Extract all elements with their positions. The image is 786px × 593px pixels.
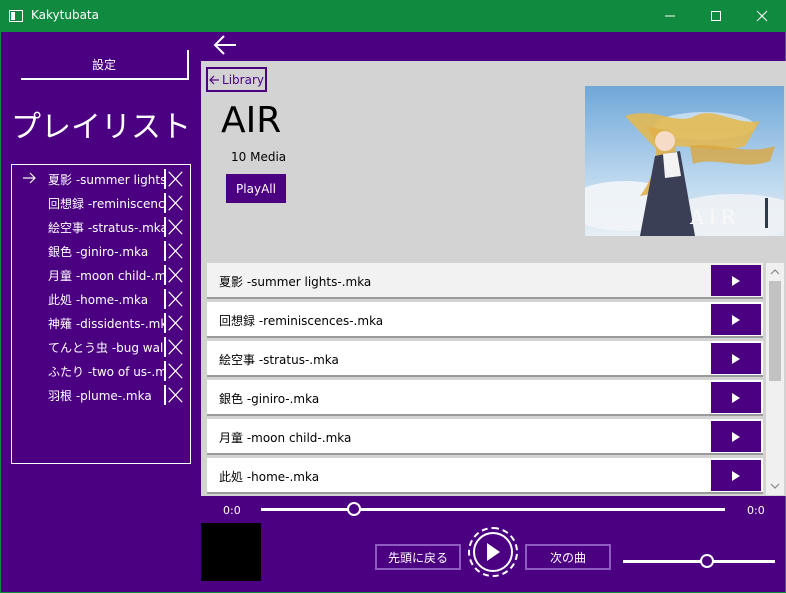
- play-icon: [487, 543, 500, 561]
- playlist-item[interactable]: 神薙 -dissidents-.mka: [12, 311, 190, 335]
- track-play-button[interactable]: [711, 265, 761, 296]
- seek-bar[interactable]: [261, 508, 725, 511]
- track-play-button[interactable]: [711, 304, 761, 335]
- playlist-item[interactable]: 夏影 -summer lights-.mka: [12, 167, 190, 191]
- track-row[interactable]: 月童 -moon child-.mka: [207, 419, 763, 455]
- playlist-item-label: 此処 -home-.mka: [48, 293, 149, 307]
- playlist-item[interactable]: 回想録 -reminiscences-.mka: [12, 191, 190, 215]
- remove-icon[interactable]: [164, 313, 184, 333]
- title-bar: Kakytubata: [0, 0, 786, 32]
- track-list-scrollbar[interactable]: [766, 263, 784, 495]
- playlist-item[interactable]: 絵空事 -stratus-.mka: [12, 215, 190, 239]
- playlist-item[interactable]: 此処 -home-.mka: [12, 287, 190, 311]
- track-row[interactable]: 銀色 -giniro-.mka: [207, 380, 763, 416]
- track-row[interactable]: 夏影 -summer lights-.mka: [207, 263, 763, 299]
- remove-icon[interactable]: [164, 241, 184, 261]
- minimize-icon: [665, 15, 675, 17]
- left-arrow-icon: [209, 75, 220, 84]
- play-button[interactable]: [468, 527, 518, 577]
- playlist-item[interactable]: 羽根 -plume-.mka: [12, 383, 190, 407]
- play-icon: [732, 314, 740, 325]
- playlist-item-label: 羽根 -plume-.mka: [48, 389, 152, 403]
- playlist-item-label: ふたり -two of us-.mka: [48, 365, 164, 379]
- back-arrow-icon[interactable]: [213, 35, 237, 55]
- scroll-down-icon[interactable]: [770, 481, 780, 491]
- close-icon: [756, 10, 768, 22]
- remove-icon[interactable]: [164, 169, 184, 189]
- now-playing-art: [201, 523, 261, 581]
- playlist-item-label: 神薙 -dissidents-.mka: [48, 317, 164, 331]
- remove-icon[interactable]: [164, 385, 184, 405]
- scroll-up-icon[interactable]: [770, 267, 780, 277]
- album-title: AIR: [221, 100, 282, 141]
- track-label: 回想録 -reminiscences-.mka: [219, 314, 384, 328]
- playlist-item[interactable]: 銀色 -giniro-.mka: [12, 239, 190, 263]
- remove-icon[interactable]: [164, 217, 184, 237]
- track-label: 銀色 -giniro-.mka: [219, 392, 320, 406]
- settings-button[interactable]: 設定: [21, 50, 189, 80]
- playlist-item[interactable]: てんとう虫 -bug walk-.mka: [12, 335, 190, 359]
- cover-logo-text: AIR: [689, 205, 739, 229]
- track-row[interactable]: 絵空事 -stratus-.mka: [207, 341, 763, 377]
- playlist-item[interactable]: 月童 -moon child-.mka: [12, 263, 190, 287]
- remove-icon[interactable]: [164, 361, 184, 381]
- play-icon: [732, 275, 740, 286]
- playlist-item-label: てんとう虫 -bug walk-.mka: [48, 341, 164, 355]
- track-row[interactable]: 回想録 -reminiscences-.mka: [207, 302, 763, 338]
- next-track-button[interactable]: 次の曲: [525, 544, 611, 570]
- remove-icon[interactable]: [164, 337, 184, 357]
- track-play-button[interactable]: [711, 421, 761, 452]
- seek-thumb[interactable]: [346, 502, 361, 516]
- play-icon: [732, 431, 740, 442]
- back-to-start-button[interactable]: 先頭に戻る: [375, 544, 461, 570]
- playlist-item-label: 絵空事 -stratus-.mka: [48, 221, 164, 235]
- time-total: 0:0: [747, 504, 765, 517]
- maximize-icon: [711, 11, 721, 21]
- play-icon: [732, 353, 740, 364]
- remove-icon[interactable]: [164, 265, 184, 285]
- playlist-item-label: 回想録 -reminiscences-.mka: [48, 197, 164, 211]
- playall-button[interactable]: PlayAll: [226, 174, 286, 203]
- track-label: 絵空事 -stratus-.mka: [219, 353, 339, 367]
- track-play-button[interactable]: [711, 382, 761, 413]
- track-play-button[interactable]: [711, 343, 761, 374]
- maximize-button[interactable]: [693, 0, 739, 32]
- remove-icon[interactable]: [164, 289, 184, 309]
- play-icon: [732, 470, 740, 481]
- app-icon: [9, 10, 23, 22]
- media-count: 10 Media: [231, 150, 287, 164]
- scroll-thumb[interactable]: [769, 281, 781, 381]
- remove-icon[interactable]: [164, 193, 184, 213]
- track-row[interactable]: 此処 -home-.mka: [207, 458, 763, 494]
- play-icon: [732, 392, 740, 403]
- album-cover: AIR: [585, 86, 784, 236]
- time-current: 0:0: [223, 504, 241, 517]
- library-button-label: Library: [222, 72, 264, 87]
- track-label: 月童 -moon child-.mka: [219, 431, 352, 445]
- playlist-item-label: 銀色 -giniro-.mka: [48, 245, 149, 259]
- playlist-item-label: 月童 -moon child-.mka: [48, 269, 164, 283]
- playlist-item-label: 夏影 -summer lights-.mka: [48, 173, 164, 187]
- minimize-button[interactable]: [647, 0, 693, 32]
- track-label: 此処 -home-.mka: [219, 470, 320, 484]
- playlist-title: プレイリスト: [11, 110, 191, 145]
- close-button[interactable]: [739, 0, 785, 32]
- track-list: 夏影 -summer lights-.mka 回想録 -reminiscence…: [201, 258, 786, 496]
- volume-thumb[interactable]: [699, 554, 714, 568]
- library-button[interactable]: Library: [206, 67, 267, 92]
- playlist-item[interactable]: ふたり -two of us-.mka: [12, 359, 190, 383]
- track-label: 夏影 -summer lights-.mka: [219, 275, 372, 289]
- track-play-button[interactable]: [711, 460, 761, 491]
- playlist-list: 夏影 -summer lights-.mka 回想録 -reminiscence…: [11, 164, 191, 464]
- current-arrow-icon: [23, 172, 36, 184]
- window-title: Kakytubata: [31, 8, 99, 22]
